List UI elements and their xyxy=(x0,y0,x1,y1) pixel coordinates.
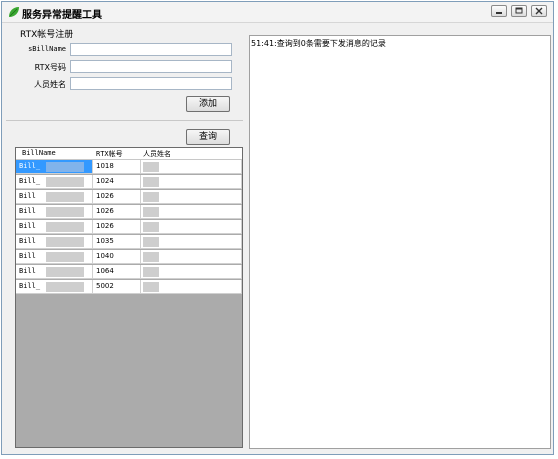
section-divider xyxy=(6,120,243,121)
redaction-mosaic xyxy=(46,237,84,247)
cell-person-name[interactable] xyxy=(141,235,242,249)
cell-billname[interactable]: Bill xyxy=(16,190,93,204)
redaction-mosaic xyxy=(46,282,84,292)
cell-billname[interactable]: Bill_ xyxy=(16,160,93,174)
column-header-name[interactable]: 人员姓名 xyxy=(143,149,171,159)
cell-rtx[interactable]: 1035 xyxy=(93,235,141,249)
redaction-mosaic xyxy=(143,177,159,187)
column-header-rtx[interactable]: RTX帐号 xyxy=(96,149,123,159)
grid-header: BillName RTX帐号 人员姓名 xyxy=(16,148,242,160)
redaction-mosaic xyxy=(143,237,159,247)
person-name-input[interactable] xyxy=(70,77,232,90)
cell-person-name[interactable] xyxy=(141,220,242,234)
redaction-mosaic xyxy=(143,192,159,202)
close-button[interactable] xyxy=(531,5,547,17)
table-row[interactable]: Bill 1026 xyxy=(16,190,242,204)
redaction-mosaic xyxy=(46,267,84,277)
minimize-button[interactable] xyxy=(491,5,507,17)
leaf-icon xyxy=(9,7,19,17)
redaction-mosaic xyxy=(143,282,159,292)
table-row[interactable]: Bill 1026 xyxy=(16,205,242,219)
cell-billname[interactable]: Bill xyxy=(16,235,93,249)
cell-person-name[interactable] xyxy=(141,250,242,264)
redaction-mosaic xyxy=(46,207,84,217)
redaction-mosaic xyxy=(46,162,84,172)
cell-rtx[interactable]: 1018 xyxy=(93,160,141,174)
cell-billname[interactable]: Bill xyxy=(16,250,93,264)
table-row[interactable]: Bill_ 1018 xyxy=(16,160,242,174)
add-button[interactable]: 添加 xyxy=(186,96,230,112)
cell-billname[interactable]: Bill xyxy=(16,265,93,279)
results-grid[interactable]: BillName RTX帐号 人员姓名 Bill_ 1018 Bill_ 1024 Bi… xyxy=(15,147,243,448)
registration-section-title: RTX帐号注册 xyxy=(20,30,74,40)
cell-rtx[interactable]: 1026 xyxy=(93,220,141,234)
table-row[interactable]: Bill_ 1024 xyxy=(16,175,242,189)
redaction-mosaic xyxy=(46,192,84,202)
log-output[interactable]: 51:41:查询到0条需要下发消息的记录 xyxy=(249,35,551,449)
cell-rtx[interactable]: 1024 xyxy=(93,175,141,189)
cell-person-name[interactable] xyxy=(141,160,242,174)
cell-person-name[interactable] xyxy=(141,190,242,204)
billname-input[interactable] xyxy=(70,43,232,56)
minimize-icon xyxy=(496,12,502,14)
redaction-mosaic xyxy=(46,252,84,262)
main-window: 服务异常提醒工具 RTX帐号注册 sBillName RTX号码 人员姓名 添加… xyxy=(1,1,554,455)
table-row[interactable]: Bill 1040 xyxy=(16,250,242,264)
redaction-mosaic xyxy=(143,252,159,262)
cell-billname[interactable]: Bill xyxy=(16,220,93,234)
cell-billname[interactable]: Bill_ xyxy=(16,280,93,294)
rtx-number-label: RTX号码 xyxy=(34,63,66,72)
cell-rtx[interactable]: 1040 xyxy=(93,250,141,264)
rtx-number-input[interactable] xyxy=(70,60,232,73)
redaction-mosaic xyxy=(143,207,159,217)
cell-person-name[interactable] xyxy=(141,205,242,219)
billname-label: sBillName xyxy=(28,45,66,53)
cell-person-name[interactable] xyxy=(141,265,242,279)
person-name-label: 人员姓名 xyxy=(34,80,66,89)
restore-icon xyxy=(515,7,523,14)
cell-person-name[interactable] xyxy=(141,175,242,189)
restore-button[interactable] xyxy=(511,5,527,17)
redaction-mosaic xyxy=(46,177,84,187)
cell-rtx[interactable]: 1026 xyxy=(93,190,141,204)
query-button[interactable]: 查询 xyxy=(186,129,230,145)
redaction-mosaic xyxy=(46,222,84,232)
close-icon xyxy=(535,7,543,15)
table-row[interactable]: Bill 1026 xyxy=(16,220,242,234)
redaction-mosaic xyxy=(143,162,159,172)
window-title: 服务异常提醒工具 xyxy=(22,10,102,21)
redaction-mosaic xyxy=(143,267,159,277)
log-line: 51:41:查询到0条需要下发消息的记录 xyxy=(251,39,386,48)
cell-rtx[interactable]: 5002 xyxy=(93,280,141,294)
table-row[interactable]: Bill 1035 xyxy=(16,235,242,249)
cell-rtx[interactable]: 1026 xyxy=(93,205,141,219)
cell-billname[interactable]: Bill_ xyxy=(16,175,93,189)
title-bar[interactable]: 服务异常提醒工具 xyxy=(2,2,553,23)
column-header-billname[interactable]: BillName xyxy=(22,149,56,157)
cell-person-name[interactable] xyxy=(141,280,242,294)
cell-billname[interactable]: Bill xyxy=(16,205,93,219)
table-row[interactable]: Bill_ 5002 xyxy=(16,280,242,294)
cell-rtx[interactable]: 1064 xyxy=(93,265,141,279)
table-row[interactable]: Bill 1064 xyxy=(16,265,242,279)
redaction-mosaic xyxy=(143,222,159,232)
